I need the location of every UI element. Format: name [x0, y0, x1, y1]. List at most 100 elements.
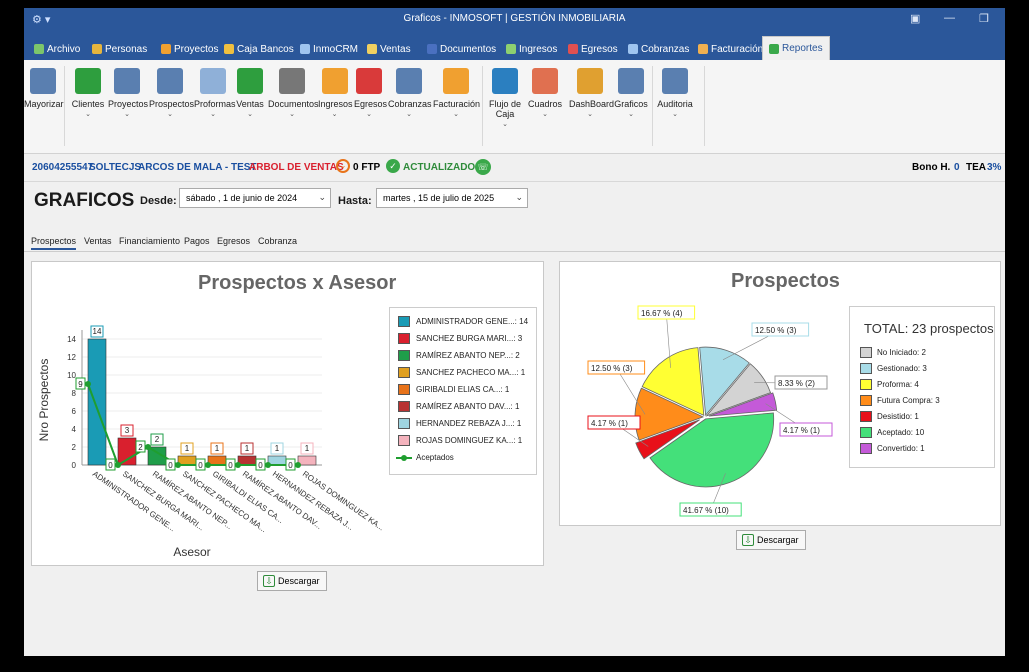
- ribbon-button-label: Graficos: [614, 99, 648, 109]
- hasta-date-picker[interactable]: martes , 15 de julio de 2025 ⌄: [376, 188, 528, 208]
- ribbon-button-cobranzas[interactable]: Cobranzas ⌄: [388, 68, 432, 118]
- ribbon-button-ingresos[interactable]: Ingresos ⌄: [318, 68, 353, 118]
- title-bar: ⚙ ▾ Graficos - INMOSOFT | GESTIÓN INMOBI…: [24, 8, 1005, 32]
- ribbon-button-ventas[interactable]: Ventas ⌄: [235, 68, 265, 118]
- chevron-down-icon: ⌄: [515, 192, 523, 202]
- ribbon-button-clientes[interactable]: Clientes ⌄: [71, 68, 105, 118]
- tab-egresos[interactable]: Egresos: [217, 236, 250, 246]
- legend-entry: SANCHEZ PACHECO MA...: 1: [416, 368, 526, 377]
- desde-date-picker[interactable]: sábado , 1 de junio de 2024 ⌄: [179, 188, 331, 208]
- tab-cobranzas[interactable]: Cobranzas: [622, 38, 695, 60]
- chevron-down-icon: ⌄: [85, 111, 91, 118]
- legend-swatch: [398, 316, 410, 327]
- legend-entry: Proforma: 4: [877, 380, 919, 389]
- prospectos-icon: [157, 68, 183, 94]
- tab-egresos[interactable]: Egresos: [562, 38, 624, 60]
- tab-reportes[interactable]: Reportes: [762, 36, 830, 60]
- tab-prospectos[interactable]: Prospectos: [31, 236, 77, 250]
- check-icon: ✓: [386, 159, 400, 173]
- tab-icon: [300, 44, 310, 54]
- pie-chart: 8.33 % (2) 12.50 % (3) 16.67 % (4) 12.50 % …: [587, 305, 833, 517]
- y-tick-label: 10: [67, 371, 76, 380]
- tab-proyectos[interactable]: Proyectos: [155, 38, 224, 60]
- ribbon-button-label: Flujo de Caja: [488, 99, 522, 119]
- arbol-ventas-link[interactable]: ARBOL DE VENTAS: [249, 162, 344, 173]
- ribbon-button-label: Proyectos: [108, 99, 149, 109]
- download-bar-button[interactable]: ⇩ Descargar: [257, 571, 327, 591]
- chevron-down-icon: ⌄: [210, 111, 216, 118]
- bar-value-label: 1: [215, 444, 220, 453]
- tab-cobranza[interactable]: Cobranza: [258, 236, 297, 246]
- whatsapp-icon[interactable]: ☏: [475, 159, 491, 175]
- pie-slice-label: 4.17 % (1): [591, 419, 628, 428]
- download-pie-button[interactable]: ⇩ Descargar: [736, 530, 806, 550]
- ribbon-button-graficos[interactable]: Graficos ⌄: [614, 68, 648, 118]
- ribbon-button-facturacin[interactable]: Facturación ⌄: [433, 68, 481, 118]
- ribbon-button-cuadros[interactable]: Cuadros ⌄: [527, 68, 563, 118]
- ribbon-button-label: Facturación: [433, 99, 481, 109]
- ribbon-button-documentos[interactable]: Documentos ⌄: [268, 68, 319, 118]
- legend-entry: Convertido: 1: [877, 444, 925, 453]
- aceptados-value-label: 9: [78, 380, 83, 389]
- chevron-down-icon: ⌄: [318, 192, 326, 202]
- tab-icon: [769, 43, 779, 54]
- legend-swatch: [860, 347, 872, 358]
- pie-chart-legend: TOTAL: 23 prospectos No Iniciado: 2 Gesti…: [849, 306, 995, 468]
- maximize-icon[interactable]: ❐: [979, 12, 989, 25]
- tab-personas[interactable]: Personas: [86, 38, 153, 60]
- chevron-down-icon: ⌄: [247, 111, 253, 118]
- ribbon-button-egresos[interactable]: Egresos ⌄: [354, 68, 387, 118]
- ribbon-button-flujodecaja[interactable]: Flujo de Caja ⌄: [487, 68, 523, 128]
- legend-entry: No Iniciado: 2: [877, 348, 926, 357]
- ribbon-button-label: Cuadros: [527, 99, 563, 109]
- legend-swatch: [398, 350, 410, 361]
- download-label: Descargar: [278, 576, 320, 586]
- pie-slice-label: 12.50 % (3): [591, 364, 633, 373]
- ribbon-button-label: Documentos: [268, 99, 319, 109]
- y-tick-label: 4: [72, 425, 77, 434]
- legend-swatch: [398, 435, 410, 446]
- project-link[interactable]: ARCOS DE MALA - TEST: [138, 162, 257, 173]
- tab-documentos[interactable]: Documentos: [421, 38, 502, 60]
- chevron-down-icon: ⌄: [289, 111, 295, 118]
- legend-entry: Aceptados: [416, 453, 454, 462]
- ribbon-button-proformas[interactable]: Proformas ⌄: [194, 68, 236, 118]
- legend-entry: Gestionado: 3: [877, 364, 927, 373]
- tab-label: Ventas: [380, 43, 411, 55]
- dashboard-icon: [577, 68, 603, 94]
- tab-facturacin[interactable]: Facturación: [692, 38, 769, 60]
- tab-pagos[interactable]: Pagos: [184, 236, 210, 246]
- ruc-text: 20604255547: [32, 162, 94, 173]
- pie-slice-label: 8.33 % (2): [778, 379, 815, 388]
- tab-cajabancos[interactable]: Caja Bancos: [218, 38, 300, 60]
- ribbon-button-label: Proformas: [194, 99, 236, 109]
- ribbon-button-prospectos[interactable]: Prospectos ⌄: [149, 68, 195, 118]
- ribbon-button-dashboard[interactable]: DashBoard ⌄: [569, 68, 614, 118]
- legend-point-swatch: [401, 455, 407, 461]
- ribbon-button-mayorizar[interactable]: Mayorizar: [24, 68, 64, 109]
- ftp-status[interactable]: 0 FTP: [353, 162, 380, 173]
- tab-inmocrm[interactable]: InmoCRM: [294, 38, 364, 60]
- pie-slice-label: 12.50 % (3): [755, 326, 797, 335]
- actualizado-status[interactable]: ACTUALIZADO: [403, 162, 475, 173]
- tab-ingresos[interactable]: Ingresos: [500, 38, 563, 60]
- tab-archivo[interactable]: Archivo: [28, 38, 86, 60]
- tab-financiamiento[interactable]: Financiamiento: [119, 236, 180, 246]
- tab-ventas[interactable]: Ventas: [361, 38, 417, 60]
- ribbon-button-auditoria[interactable]: Auditoria ⌄: [656, 68, 694, 118]
- ribbon-button-label: Prospectos: [149, 99, 195, 109]
- restore-icon[interactable]: ▣: [910, 12, 920, 25]
- ribbon-button-label: Mayorizar: [24, 99, 64, 109]
- download-icon: ⇩: [742, 534, 754, 546]
- tab-icon: [628, 44, 638, 54]
- minimize-icon[interactable]: —: [944, 12, 955, 24]
- tab-ventas[interactable]: Ventas: [84, 236, 112, 246]
- y-tick-label: 2: [72, 443, 77, 452]
- legend-entry: HERNANDEZ REBAZA J...: 1: [416, 419, 522, 428]
- legend-entry: SANCHEZ BURGA MARI...: 3: [416, 334, 523, 343]
- ribbon-button-proyectos[interactable]: Proyectos ⌄: [108, 68, 149, 118]
- bar: [117, 437, 137, 466]
- tab-label: Egresos: [581, 43, 618, 55]
- legend-swatch: [398, 367, 410, 378]
- clientes-icon: [75, 68, 101, 94]
